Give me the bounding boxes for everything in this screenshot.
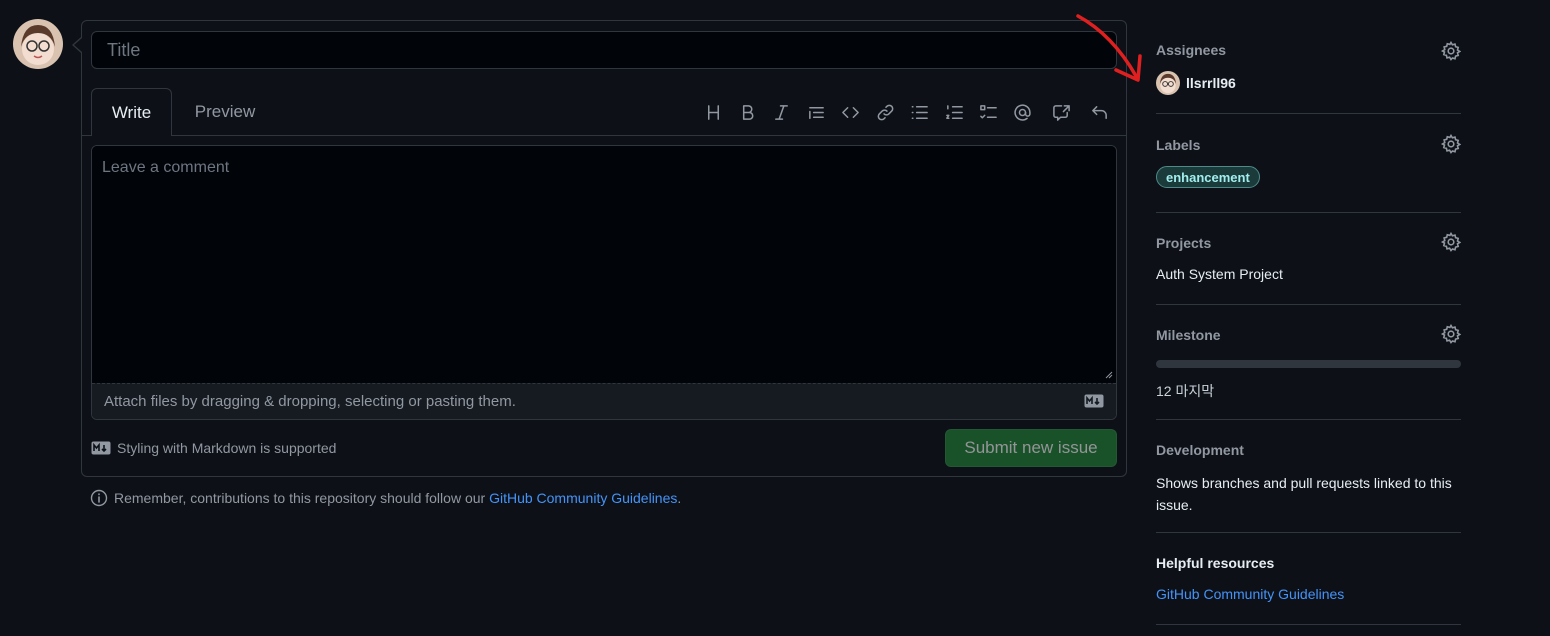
bold-icon[interactable] [733,98,761,126]
resize-grip-icon[interactable] [1105,371,1113,379]
markdown-icon[interactable] [1084,394,1104,408]
title-input[interactable] [91,31,1117,69]
submit-new-issue-button[interactable]: Submit new issue [945,429,1117,467]
label-enhancement[interactable]: enhancement [1156,166,1260,188]
attach-files-text: Attach files by dragging & dropping, sel… [104,393,516,410]
notice-text: Remember, contributions to this reposito… [114,490,486,506]
sidebar-divider [1156,532,1461,533]
mention-icon[interactable] [1008,98,1036,126]
ordered-list-icon[interactable] [940,98,968,126]
annotation-arrow [1076,14,1142,82]
milestone-progress-bar [1156,360,1461,368]
notice-end: . [677,490,682,506]
link-icon[interactable] [871,98,899,126]
labels-gear-icon[interactable] [1440,133,1462,154]
community-guidelines-link[interactable]: GitHub Community Guidelines [489,490,677,506]
helpful-resources-heading: Helpful resources [1156,555,1275,571]
assignee-name: llsrrll96 [1186,75,1236,91]
sidebar-divider [1156,624,1461,625]
milestone-heading: Milestone [1156,327,1221,343]
milestone-gear-icon[interactable] [1440,323,1462,344]
project-name[interactable]: Auth System Project [1156,266,1283,282]
sidebar-divider [1156,113,1461,114]
projects-heading: Projects [1156,235,1212,251]
task-list-icon[interactable] [974,98,1002,126]
sidebar-divider [1156,304,1461,305]
milestone-name[interactable]: 12 마지막 [1156,381,1214,401]
contribution-notice: Remember, contributions to this reposito… [90,489,681,507]
development-heading: Development [1156,442,1244,458]
form-caret-inner [74,38,82,52]
code-icon[interactable] [836,98,864,126]
unordered-list-icon[interactable] [905,98,933,126]
development-text: Shows branches and pull requests linked … [1156,475,1452,513]
quote-icon[interactable] [802,98,830,126]
sidebar-divider [1156,212,1461,213]
undo-icon[interactable] [1085,98,1113,126]
italic-icon[interactable] [767,98,795,126]
tab-preview[interactable]: Preview [178,88,272,136]
assignees-heading: Assignees [1156,42,1227,58]
user-avatar[interactable] [13,19,63,69]
heading-icon[interactable] [699,98,727,126]
markdown-support-text: Styling with Markdown is supported [117,440,337,456]
sidebar-divider [1156,419,1461,420]
markdown-support-note[interactable]: Styling with Markdown is supported [91,440,336,456]
comment-box: Attach files by dragging & dropping, sel… [91,145,1117,420]
comment-textarea[interactable] [92,146,1116,383]
labels-heading: Labels [1156,137,1201,153]
tab-write[interactable]: Write [91,88,172,136]
cross-reference-icon[interactable] [1047,98,1075,126]
attach-files-bar[interactable]: Attach files by dragging & dropping, sel… [92,383,1116,419]
info-icon [90,489,108,507]
markdown-icon [91,441,111,455]
assignee[interactable]: llsrrll96 [1156,71,1236,95]
helpful-guidelines-link[interactable]: GitHub Community Guidelines [1156,586,1344,602]
assignees-gear-icon[interactable] [1440,40,1462,61]
projects-gear-icon[interactable] [1440,231,1462,252]
